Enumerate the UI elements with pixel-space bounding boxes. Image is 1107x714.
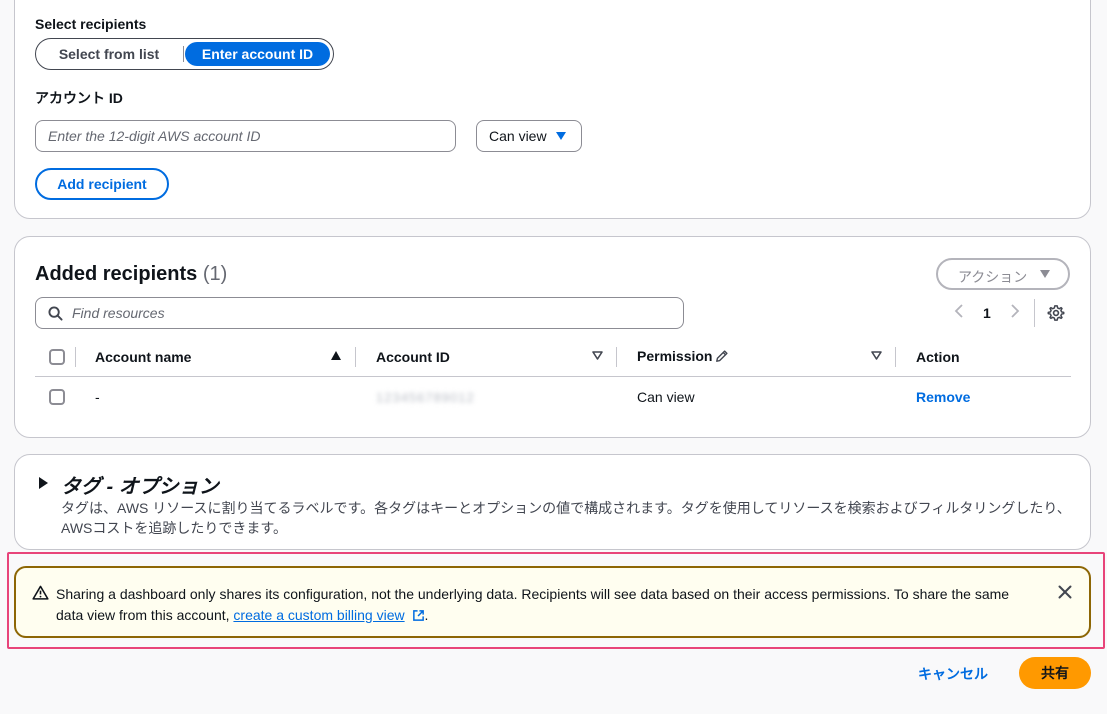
find-resources-input[interactable] [72, 305, 652, 321]
select-recipients-label: Select recipients [35, 16, 147, 32]
alert-suffix: . [424, 607, 429, 623]
account-id-input[interactable] [35, 120, 456, 152]
added-recipients-panel: Added recipients (1) アクション 1 Account nam… [14, 236, 1091, 438]
row-checkbox[interactable] [49, 389, 65, 405]
table-header-divider [35, 376, 1071, 377]
recipient-mode-segmented-control: Select from list Enter account ID [35, 38, 334, 70]
warning-icon [32, 585, 49, 600]
tags-panel: タグ - オプション タグは、AWS リソースに割り当てるラベルです。各タグはキ… [14, 454, 1091, 550]
gear-icon[interactable] [1047, 304, 1065, 322]
enter-account-id-option[interactable]: Enter account ID [185, 42, 330, 66]
account-id-label: アカウント ID [35, 90, 123, 106]
cell-account-id-redacted: 123456789012 [376, 390, 475, 405]
remove-recipient-link[interactable]: Remove [916, 389, 970, 405]
close-icon[interactable] [1058, 585, 1072, 599]
actions-dropdown-button[interactable]: アクション [936, 258, 1070, 290]
sort-ascending-icon[interactable] [331, 351, 341, 360]
cell-permission: Can view [637, 389, 695, 405]
segment-divider [183, 46, 184, 62]
pager-divider [1034, 299, 1035, 327]
cancel-button[interactable]: キャンセル [918, 664, 988, 684]
expand-caret-icon[interactable] [39, 477, 48, 489]
column-header-action: Action [916, 349, 960, 365]
permission-select-value: Can view [489, 128, 547, 144]
find-resources-search [35, 297, 684, 329]
caret-down-icon [556, 132, 566, 140]
permission-select[interactable]: Can view [476, 120, 582, 152]
previous-page-icon[interactable] [954, 303, 964, 324]
share-button[interactable]: 共有 [1019, 657, 1091, 689]
column-header-account-id[interactable]: Account ID [376, 349, 450, 365]
custom-billing-view-link[interactable]: create a custom billing view [233, 607, 404, 623]
column-header-permission[interactable]: Permission [637, 348, 712, 364]
recipients-count: (1) [202, 263, 228, 285]
alert-text: Sharing a dashboard only shares its conf… [56, 586, 1010, 623]
pencil-edit-icon [716, 350, 728, 362]
permission-header-label: Permission [637, 348, 713, 364]
column-divider [616, 347, 617, 367]
caret-down-icon [1040, 270, 1050, 278]
add-recipient-button[interactable]: Add recipient [35, 168, 169, 200]
actions-label: アクション [958, 269, 1028, 285]
select-recipients-panel: Select recipients Select from list Enter… [14, 0, 1091, 219]
added-recipients-title: Added recipients [35, 263, 198, 285]
current-page-number[interactable]: 1 [983, 305, 991, 321]
column-divider [75, 347, 76, 367]
sort-descending-icon[interactable] [592, 351, 603, 360]
select-from-list-option[interactable]: Select from list [40, 42, 178, 66]
tags-section-title[interactable]: タグ - オプション [61, 470, 219, 499]
added-recipients-heading: Added recipients (1) [35, 263, 227, 286]
select-all-checkbox[interactable] [49, 349, 65, 365]
search-icon [48, 306, 63, 321]
alert-message: Sharing a dashboard only shares its conf… [56, 584, 1036, 626]
sort-descending-icon[interactable] [871, 351, 882, 360]
column-divider [355, 347, 356, 367]
cell-account-name: - [95, 389, 100, 405]
tags-description: タグは、AWS リソースに割り当てるラベルです。各タグはキーとオプションの値で構… [61, 500, 1071, 536]
warning-alert: Sharing a dashboard only shares its conf… [14, 566, 1091, 638]
column-header-account-name[interactable]: Account name [95, 349, 191, 365]
external-link-icon[interactable] [412, 609, 425, 622]
next-page-icon[interactable] [1010, 303, 1020, 324]
column-divider [895, 347, 896, 367]
